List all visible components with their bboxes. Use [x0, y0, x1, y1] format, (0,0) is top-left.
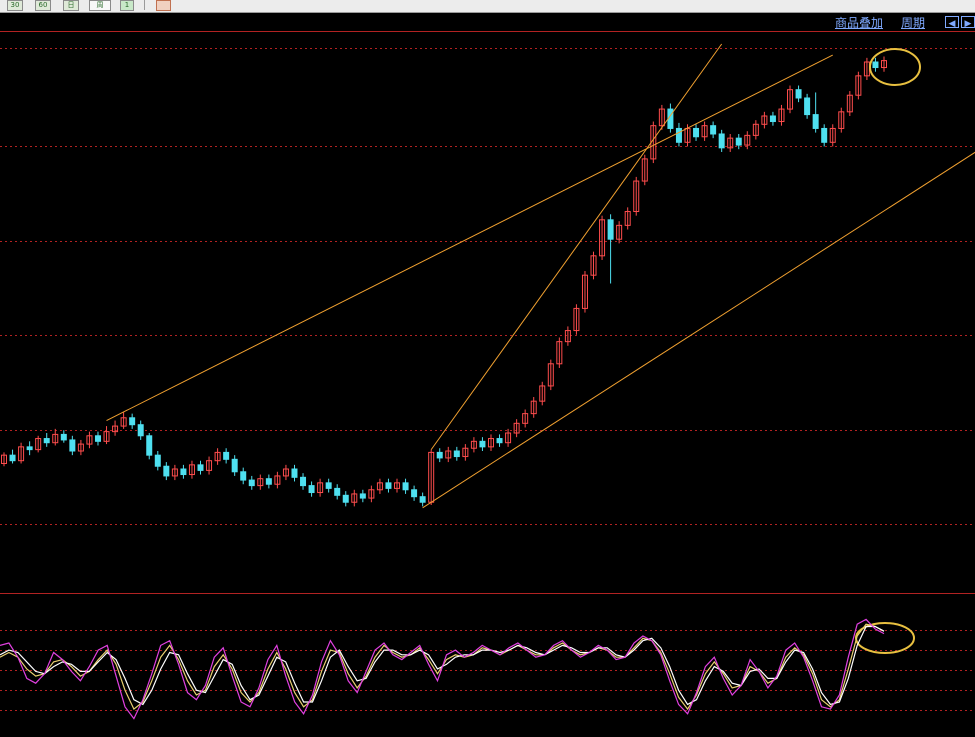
- candle-body: [137, 424, 144, 437]
- candle-body: [60, 433, 67, 441]
- candle-body: [325, 482, 332, 489]
- candle-body: [411, 489, 418, 498]
- candle-body: [402, 482, 409, 491]
- candle-body: [821, 127, 828, 143]
- candle-body: [419, 496, 426, 503]
- candle-body: [675, 127, 682, 143]
- price-chart[interactable]: 3790.910: [0, 0, 975, 737]
- candle-body: [496, 438, 503, 444]
- candle-body: [308, 485, 315, 494]
- trendline-lower-channel: [422, 151, 975, 509]
- candle-body: [795, 89, 802, 99]
- candle-body: [300, 476, 307, 487]
- candle-body: [718, 133, 725, 149]
- candle-body: [334, 487, 341, 496]
- candle-body: [342, 494, 349, 503]
- candle-body: [804, 97, 811, 116]
- candle-body: [163, 465, 170, 477]
- indicator-highlight-circle: [855, 622, 915, 654]
- candle-body: [129, 417, 136, 426]
- candle-body: [240, 471, 247, 481]
- candle-body: [872, 61, 879, 69]
- candle-body: [231, 458, 238, 473]
- candle-body: [479, 440, 486, 448]
- candle-body: [607, 219, 614, 240]
- candle-body: [43, 438, 50, 444]
- candle-body: [291, 468, 298, 478]
- candle-body: [197, 464, 204, 471]
- candle-body: [180, 468, 187, 476]
- candle-body: [9, 454, 16, 462]
- candle-body: [735, 137, 742, 146]
- candle-body: [248, 479, 255, 487]
- candle-body: [223, 451, 230, 460]
- candle-body: [26, 446, 33, 451]
- candle-body: [453, 450, 460, 458]
- candle-body: [436, 451, 443, 459]
- candle-body: [69, 439, 76, 452]
- candle-body: [385, 482, 392, 489]
- candle-body: [154, 454, 161, 467]
- trendline-steep-upper: [430, 43, 723, 450]
- candle-body: [693, 127, 700, 138]
- candle-body: [146, 435, 153, 456]
- indicator-k-line: [0, 618, 885, 720]
- indicator-d-line: [0, 625, 885, 706]
- candle-body: [710, 125, 717, 135]
- trendline-upper-long: [106, 54, 833, 421]
- candle-body: [812, 114, 819, 129]
- candle-body: [265, 478, 272, 485]
- candle-body: [359, 493, 366, 499]
- candle-body: [94, 435, 101, 442]
- candle-body: [769, 115, 776, 123]
